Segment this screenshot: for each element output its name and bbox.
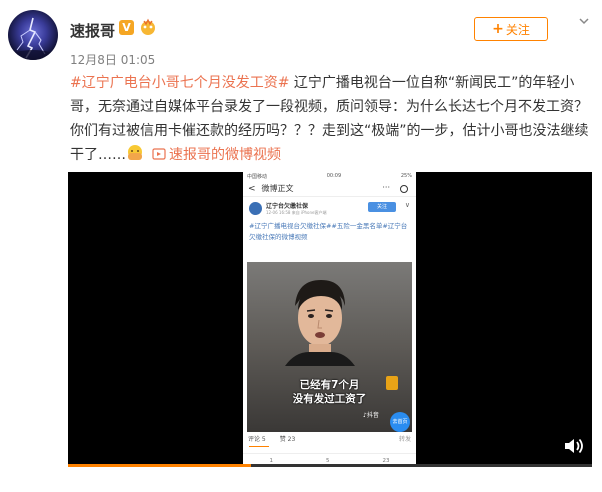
post-text: #辽宁广电台小哥七个月没发工资# 辽宁广播电视台一位自称“新闻民工”的年轻小哥，…	[70, 71, 590, 167]
video-link-icon	[152, 148, 166, 160]
avatar[interactable]	[8, 10, 58, 60]
phone-back-icon: <	[248, 183, 256, 194]
phone-menu-icon: ∨	[404, 201, 410, 209]
phone-comment-bottom: 5	[326, 457, 330, 464]
person-face-illustration	[285, 280, 355, 366]
phone-follow-button: 关注	[368, 202, 396, 212]
post-timestamp[interactable]: 12月8日 01:05	[70, 51, 155, 68]
phone-author-meta: 12-06 16:58 来自 iPhone客户端	[266, 210, 327, 215]
phone-time: 00:09	[326, 173, 342, 179]
phone-tab-indicator	[249, 446, 269, 447]
phone-repost-count: 1	[269, 457, 274, 464]
video-progress-bar[interactable]	[68, 464, 592, 467]
video-link[interactable]: 速报哥的微博视频	[169, 147, 281, 163]
facepalm-emoji-icon	[128, 145, 142, 160]
phone-carrier: 中国移动	[247, 174, 268, 180]
phone-record-icon	[400, 185, 408, 193]
phone-author-avatar	[249, 202, 262, 215]
tiktok-watermark: ♪抖音	[363, 412, 379, 419]
member-badge-icon	[141, 18, 155, 35]
video-caption-line2: 没有发过工资了	[292, 393, 367, 405]
phone-more-icon: ···	[382, 183, 390, 192]
plus-icon: +	[492, 21, 504, 37]
phone-status-bar: 中国移动 00:09 25%	[243, 172, 416, 181]
phone-counts-row: 评论 5 赞 23 转发	[243, 434, 416, 444]
chevron-down-icon[interactable]	[578, 15, 590, 27]
phone-goto-home-button: 去首页	[390, 412, 410, 432]
phone-nav-title: 微博正文	[261, 184, 294, 193]
phone-like-bottom: 23	[382, 457, 390, 464]
follow-button[interactable]: + 关注	[474, 17, 548, 41]
phone-battery: 25%	[400, 173, 412, 179]
verified-badge-icon: V	[119, 20, 134, 35]
follow-button-label: 关注	[505, 22, 530, 37]
video-caption-line1: 已经有7个月	[299, 379, 360, 391]
phone-author-row: 辽宁台欠缴社保 12-06 16:58 来自 iPhone客户端 关注 ∨	[243, 197, 416, 219]
volume-icon[interactable]	[563, 436, 585, 456]
phone-comment-count: 评论 5	[248, 436, 266, 443]
phone-screenshot: 中国移动 00:09 25% < 微博正文 ··· 辽宁台欠缴社保 12-06 …	[243, 172, 416, 467]
phone-author-name: 辽宁台欠缴社保	[266, 203, 309, 210]
phone-post-text: #辽宁广播电视台欠缴社保##五险一金黑名单#辽宁台欠缴社保的微博视频	[249, 222, 408, 241]
topic-link[interactable]: #辽宁广电台小哥七个月没发工资#	[70, 75, 289, 91]
phone-inner-video: 已经有7个月 没有发过工资了 ♪抖音 去首页	[247, 262, 412, 432]
video-player[interactable]: 中国移动 00:09 25% < 微博正文 ··· 辽宁台欠缴社保 12-06 …	[68, 172, 592, 467]
phone-repost-hint: 转发	[398, 436, 411, 443]
video-progress-fill	[68, 464, 252, 467]
phone-like-count: 赞 23	[279, 436, 296, 443]
phone-navbar: < 微博正文 ···	[243, 181, 416, 197]
username[interactable]: 速报哥	[70, 20, 115, 41]
